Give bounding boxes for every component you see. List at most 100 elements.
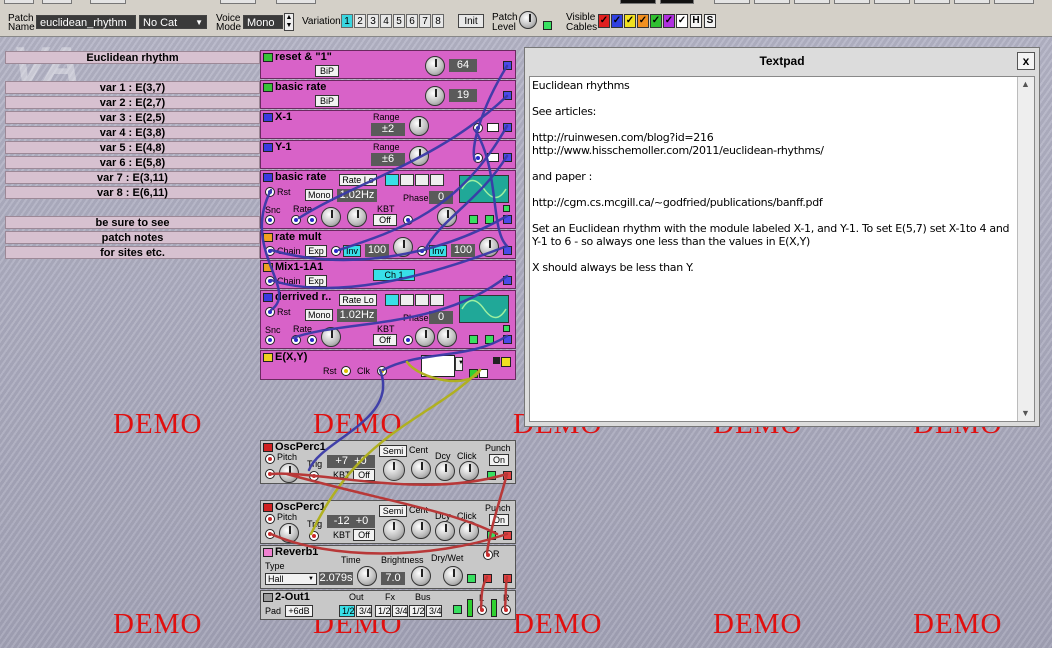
cable-color-toggle[interactable]: ✓ <box>624 14 636 28</box>
module-menu-icon[interactable] <box>263 263 273 272</box>
output-port[interactable] <box>501 357 511 367</box>
output-port[interactable] <box>503 61 512 70</box>
mono-button[interactable]: Mono <box>305 189 333 201</box>
triangle-wave-icon[interactable] <box>400 294 414 306</box>
phase-input[interactable] <box>403 335 413 345</box>
module-menu-icon[interactable] <box>263 353 273 362</box>
module-menu-icon[interactable] <box>263 503 273 512</box>
drywet-knob[interactable] <box>443 566 463 586</box>
phase-knob[interactable] <box>437 207 457 227</box>
module-menu-icon[interactable] <box>263 593 273 602</box>
patch-label[interactable]: Euclidean rhythm <box>5 51 260 64</box>
square-wave-icon[interactable] <box>430 294 444 306</box>
voice-mode-field[interactable]: Mono <box>243 15 283 29</box>
patch-label[interactable]: patch notes <box>5 231 260 244</box>
kbt-button[interactable]: Off <box>373 214 397 226</box>
power-icon[interactable] <box>543 21 552 30</box>
reset-input[interactable] <box>265 307 275 317</box>
scroll-up-icon[interactable]: ▲ <box>1019 78 1032 91</box>
waveform-selector[interactable] <box>385 174 445 186</box>
level-knob[interactable] <box>479 237 499 257</box>
left-input[interactable] <box>477 605 487 615</box>
rate-knob[interactable] <box>321 207 341 227</box>
cable-color-toggle[interactable]: ✓ <box>637 14 649 28</box>
textpad-window[interactable]: Textpad x Euclidean rhythms See articles:… <box>524 47 1040 427</box>
input-port[interactable] <box>417 246 427 256</box>
cable-color-toggle[interactable]: ✓ <box>611 14 623 28</box>
input-port[interactable] <box>473 123 483 133</box>
patch-label[interactable]: var 4 : E(3,8) <box>5 126 260 139</box>
cent-knob[interactable] <box>411 519 431 539</box>
input-port[interactable] <box>487 123 499 132</box>
decay-knob[interactable] <box>435 521 455 541</box>
toolbar-stub[interactable] <box>754 0 790 4</box>
module-basic-rate-lfo[interactable]: basic rate Rate Lo Rst Mono 1.02Hz Phase… <box>260 170 516 229</box>
cable-color-toggle[interactable]: ✓ <box>598 14 610 28</box>
bus-3-4-button[interactable]: 3/4 <box>426 605 442 617</box>
output-port[interactable] <box>479 369 488 378</box>
module-menu-icon[interactable] <box>263 233 273 242</box>
level-knob[interactable] <box>393 237 413 257</box>
power-icon[interactable] <box>485 215 494 224</box>
shake-cables-button[interactable]: S <box>704 14 716 28</box>
fx-1-2-button[interactable]: 1/2 <box>375 605 391 617</box>
pitch-knob[interactable] <box>383 459 405 481</box>
module-reset[interactable]: reset & "1" BiP 64 <box>260 50 516 79</box>
power-icon[interactable] <box>487 471 496 480</box>
module-rate-mult[interactable]: rate mult Chain Exp Inv 100 Inv 100 <box>260 230 516 259</box>
type-select[interactable]: Hall ▼ <box>265 573 317 585</box>
chain-input[interactable] <box>265 276 275 286</box>
trigger-input[interactable] <box>309 471 319 481</box>
patch-name-field[interactable]: euclidean_rhythm <box>36 15 136 29</box>
variation-button-8[interactable]: 8 <box>432 14 444 28</box>
patch-level-knob[interactable] <box>519 11 537 29</box>
cable-color-toggle[interactable]: ✓ <box>650 14 662 28</box>
exp-button[interactable]: Exp <box>305 275 327 287</box>
variation-button-6[interactable]: 6 <box>406 14 418 28</box>
pitch-input[interactable] <box>265 514 275 524</box>
saw-wave-icon[interactable] <box>415 174 429 186</box>
brightness-knob[interactable] <box>411 566 431 586</box>
out-1-2-button[interactable]: 1/2 <box>339 605 355 617</box>
patch-label[interactable]: var 5 : E(4,8) <box>5 141 260 154</box>
range-knob[interactable] <box>409 146 429 166</box>
trigger-input[interactable] <box>309 531 319 541</box>
toolbar-stub[interactable] <box>90 0 126 4</box>
output-port[interactable] <box>503 246 512 255</box>
output-port[interactable] <box>469 369 478 378</box>
module-x1[interactable]: X-1 Range ±2 <box>260 110 516 139</box>
cable-color-toggle[interactable]: ✓ <box>663 14 675 28</box>
variation-button-5[interactable]: 5 <box>393 14 405 28</box>
patch-label[interactable]: var 6 : E(5,8) <box>5 156 260 169</box>
module-mix[interactable]: Mix1-1A1 Chain Exp Ch 1 <box>260 260 516 289</box>
module-reverb[interactable]: Reverb1 Type Hall ▼ Time 2.079s Brightnes… <box>260 545 516 589</box>
input-port[interactable] <box>331 246 341 256</box>
pitch-knob[interactable] <box>383 519 405 541</box>
patch-label[interactable]: var 3 : E(2,5) <box>5 111 260 124</box>
power-icon[interactable] <box>467 574 476 583</box>
sync-input[interactable] <box>265 335 275 345</box>
vertical-scrollbar[interactable]: ▲ ▼ <box>1017 77 1034 421</box>
right-input[interactable] <box>501 605 511 615</box>
output-port[interactable] <box>483 574 492 583</box>
toolbar-stub[interactable] <box>276 0 316 4</box>
variation-button-2[interactable]: 2 <box>354 14 366 28</box>
patch-label[interactable]: var 7 : E(3,11) <box>5 171 260 184</box>
power-icon[interactable] <box>453 605 462 614</box>
chain-input[interactable] <box>265 246 275 256</box>
reset-input[interactable] <box>265 187 275 197</box>
module-out[interactable]: 2-Out1 Out Fx Bus Pad +6dB 1/2 3/4 1/2 3… <box>260 590 516 620</box>
toolbar-stub[interactable] <box>220 0 256 4</box>
variation-button-4[interactable]: 4 <box>380 14 392 28</box>
phase-knob[interactable] <box>415 327 435 347</box>
time-knob[interactable] <box>357 566 377 586</box>
module-osc-perc-2[interactable]: OscPerc1 Pitch Trig -12 +0 KBT Off Semi … <box>260 500 516 544</box>
kbt-button[interactable]: Off <box>353 469 375 481</box>
output-port[interactable] <box>503 471 512 480</box>
module-menu-icon[interactable] <box>263 53 273 62</box>
module-menu-icon[interactable] <box>263 173 273 182</box>
cable-color-toggle[interactable]: ✓ <box>676 14 688 28</box>
pitch-mod-input[interactable] <box>265 469 275 479</box>
module-menu-icon[interactable] <box>263 113 273 122</box>
toolbar-stub[interactable] <box>4 0 34 4</box>
